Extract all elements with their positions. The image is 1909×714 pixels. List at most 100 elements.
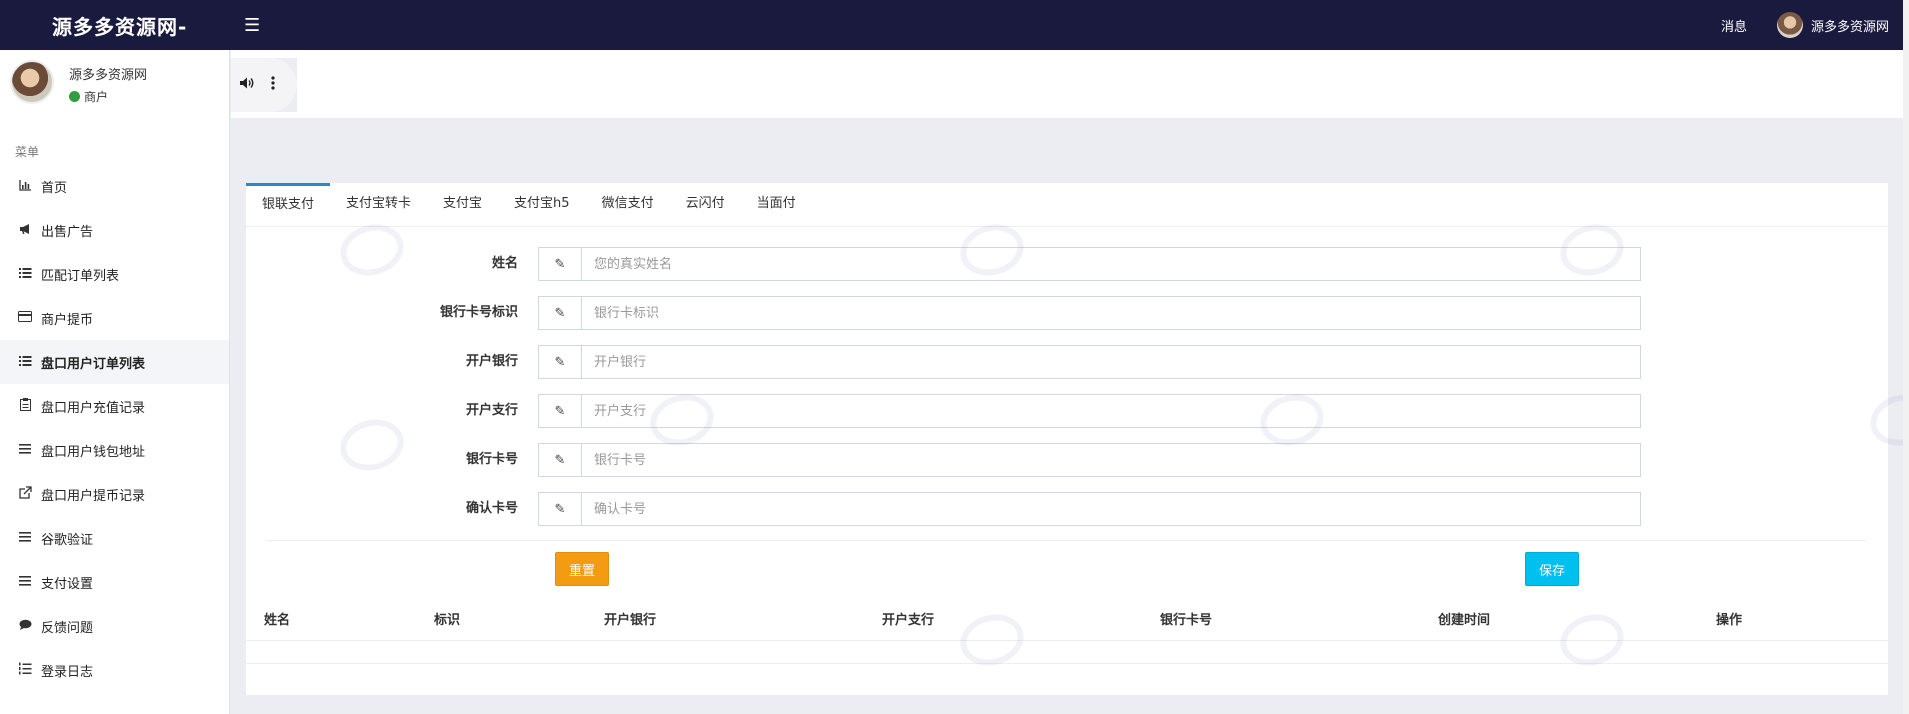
payment-settings-panel: 银联支付 支付宝转卡 支付宝 支付宝h5 微信支付 云闪付 当面付 姓名 ✎ 银… [246,183,1888,695]
status-dot-icon [69,91,80,102]
sidebar-item-label: 出售广告 [41,224,94,240]
sidebar-item-label: 谷歌验证 [41,532,94,548]
form-row-card-tag: 银行卡号标识 ✎ [246,296,1888,330]
avatar [1776,12,1803,38]
table-body [246,642,1888,664]
pencil-icon: ✎ [538,296,582,330]
hamburger-icon[interactable]: ☰ [244,15,260,36]
column-header: 银行卡号 [1160,613,1213,628]
field-label: 开户银行 [465,354,518,369]
sidebar-item-label: 登录日志 [41,664,94,680]
sidebar-item-label: 盘口用户提币记录 [41,488,146,504]
sidebar: 源多多资源网 商户 菜单 首页 出售广告 匹配订单列表 商户提币 盘口用户订单列… [0,50,230,714]
messages-link[interactable]: 消息 [1721,16,1747,35]
user-menu[interactable]: 源多多资源网 [1776,12,1889,38]
sidebar-item-label: 盘口用户充值记录 [41,400,146,416]
pencil-icon: ✎ [538,492,582,526]
username-label: 源多多资源网 [1810,19,1889,35]
brand-logo[interactable]: 源多多资源网- [0,11,230,40]
bar-chart-icon [18,179,32,194]
sidebar-item-login-log[interactable]: 登录日志 [0,648,229,692]
column-header: 创建时间 [1438,613,1491,628]
form-divider [266,540,1866,541]
comment-icon [18,619,32,634]
form-row-bank: 开户银行 ✎ [246,345,1888,379]
tab-cloud-quickpass[interactable]: 云闪付 [670,183,741,226]
card-tag-input[interactable] [581,296,1641,330]
tab-alipay-h5[interactable]: 支付宝h5 [498,183,586,226]
column-header: 操作 [1716,613,1743,628]
sidebar-item-merchant-withdraw[interactable]: 商户提币 [0,296,229,340]
field-label: 确认卡号 [465,501,518,516]
volume-icon[interactable] [239,76,255,94]
top-navbar: 源多多资源网- ☰ 消息 源多多资源网 [0,0,1909,50]
bullhorn-icon [18,223,32,238]
card-number-input[interactable] [581,443,1641,477]
column-header: 标识 [434,613,461,628]
pencil-icon: ✎ [538,394,582,428]
reset-button[interactable]: 重置 [555,552,609,586]
tab-wechat-pay[interactable]: 微信支付 [586,183,670,226]
sidebar-item-label: 首页 [41,180,68,196]
pencil-icon: ✎ [538,443,582,477]
column-header: 开户银行 [604,613,657,628]
user-panel: 源多多资源网 商户 [0,50,229,112]
field-label: 银行卡号标识 [439,305,518,320]
user-info: 源多多资源网 商户 [69,64,148,105]
tab-alipay-to-card[interactable]: 支付宝转卡 [330,183,427,226]
sidebar-item-label: 匹配订单列表 [41,268,120,284]
bars-icon [18,443,32,457]
menu-header: 菜单 [15,145,40,159]
sidebar-item-label: 支付设置 [41,576,94,592]
pencil-icon: ✎ [538,247,582,281]
payment-tabs: 银联支付 支付宝转卡 支付宝 支付宝h5 微信支付 云闪付 当面付 [246,183,1888,227]
column-header: 开户支行 [882,613,935,628]
more-vertical-icon[interactable] [271,76,275,94]
bars-icon [18,531,32,545]
external-link-icon [18,486,32,502]
sidebar-item-google-auth[interactable]: 谷歌验证 [0,516,229,560]
field-label: 银行卡号 [465,452,518,467]
sidebar-item-payment-settings[interactable]: 支付设置 [0,560,229,604]
page-scrollbar[interactable] [1903,0,1909,714]
credit-card-icon [18,311,32,325]
form-row-name: 姓名 ✎ [246,247,1888,281]
sidebar-item-user-recharge[interactable]: 盘口用户充值记录 [0,384,229,428]
bars-icon [18,575,32,589]
sidebar-item-match-orders[interactable]: 匹配订单列表 [0,252,229,296]
branch-input[interactable] [581,394,1641,428]
confirm-card-input[interactable] [581,492,1641,526]
table-header: 姓名 标识 开户银行 开户支行 银行卡号 创建时间 操作 [246,601,1888,641]
list-icon [18,267,32,282]
user-role: 商户 [84,90,109,104]
tab-face-to-face[interactable]: 当面付 [741,183,812,226]
pencil-icon: ✎ [538,345,582,379]
content-header-bar [297,50,1909,118]
tab-alipay[interactable]: 支付宝 [427,183,498,226]
sidebar-item-user-wallet[interactable]: 盘口用户钱包地址 [0,428,229,472]
sidebar-item-label: 反馈问题 [41,620,94,636]
sidebar-item-user-withdraw[interactable]: 盘口用户提币记录 [0,472,229,516]
sidebar-item-home[interactable]: 首页 [0,164,229,208]
name-input[interactable] [581,247,1641,281]
sidebar-item-user-orders[interactable]: 盘口用户订单列表 [0,340,229,384]
sidebar-item-label: 盘口用户钱包地址 [41,444,146,460]
sidebar-item-sell-ads[interactable]: 出售广告 [0,208,229,252]
form-row-card-number: 银行卡号 ✎ [246,443,1888,477]
bank-input[interactable] [581,345,1641,379]
tab-unionpay[interactable]: 银联支付 [246,183,331,226]
sidebar-item-feedback[interactable]: 反馈问题 [0,604,229,648]
list-ol-icon [18,662,32,678]
column-header: 姓名 [264,613,291,628]
top-right-menu: 消息 源多多资源网 [1721,12,1889,38]
user-status: 商户 [69,88,147,105]
clipboard-icon [18,398,32,414]
form-row-confirm-card: 确认卡号 ✎ [246,492,1888,526]
content-header-bar [231,112,297,118]
avatar [10,60,54,104]
list-icon [18,355,32,370]
field-label: 姓名 [491,256,518,271]
user-name: 源多多资源网 [69,68,148,83]
save-button[interactable]: 保存 [1525,552,1579,586]
content-header-bar [231,50,297,58]
